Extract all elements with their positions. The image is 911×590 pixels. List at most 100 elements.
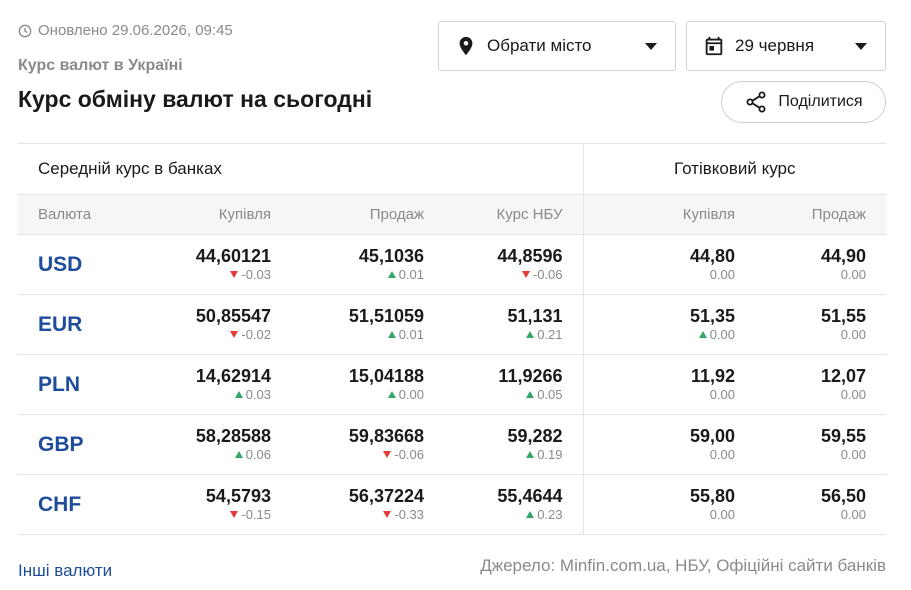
rate-value: 51,51059 xyxy=(348,306,424,326)
rate-change-value: 0.00 xyxy=(840,447,866,462)
chevron-down-icon xyxy=(855,42,867,50)
rate-change-value: 0.00 xyxy=(709,447,735,462)
cell-cash-sell: 44,90 0.00 xyxy=(735,234,886,295)
clock-icon xyxy=(18,24,32,37)
cell-cash-buy: 51,35 0.00 xyxy=(582,294,735,355)
city-select[interactable]: Обрати місто xyxy=(438,21,676,71)
arrow-up-icon xyxy=(234,451,243,458)
rate-change-value: -0.03 xyxy=(241,267,271,282)
group-average-rate: Середній курс в банках xyxy=(18,143,583,195)
cell-cash-buy: 11,92 0.00 xyxy=(582,354,735,415)
cell-buy: 54,5793 -0.15 xyxy=(138,474,271,535)
rate-change: 0.00 xyxy=(584,326,735,343)
rate-change-value: -0.06 xyxy=(532,267,563,282)
cell-sell: 45,1036 0.01 xyxy=(271,234,424,295)
rate-value: 44,80 xyxy=(689,246,735,266)
cell-buy: 58,28588 0.06 xyxy=(138,414,271,475)
column-nbu: Курс НБУ xyxy=(424,194,583,235)
source-note: Джерело: Minfin.com.ua, НБУ, Офіційні са… xyxy=(480,556,886,575)
column-sell: Продаж xyxy=(271,194,424,235)
map-pin-icon xyxy=(455,35,477,57)
chevron-down-icon xyxy=(645,42,657,50)
arrow-down-icon xyxy=(230,511,239,518)
arrow-up-icon xyxy=(526,391,535,398)
arrow-up-icon xyxy=(526,331,535,338)
cell-nbu: 59,282 0.19 xyxy=(424,414,583,475)
cell-nbu: 55,4644 0.23 xyxy=(424,474,583,535)
currency-code[interactable]: USD xyxy=(18,234,138,295)
cell-nbu: 44,8596 -0.06 xyxy=(424,234,583,295)
rate-value: 55,4644 xyxy=(497,486,563,506)
rate-value: 59,282 xyxy=(507,426,563,446)
rate-change: -0.03 xyxy=(138,266,271,283)
rate-change: 0.00 xyxy=(584,266,735,283)
rate-value: 44,8596 xyxy=(497,246,563,266)
rate-change-value: 0.01 xyxy=(398,267,424,282)
rate-value: 59,83668 xyxy=(348,426,424,446)
rate-value: 59,55 xyxy=(820,426,866,446)
rate-value: 56,50 xyxy=(820,486,866,506)
exchange-rates-table: Середній курс в банках Готівковий курс В… xyxy=(18,143,886,535)
rate-change-value: 0.00 xyxy=(840,267,866,282)
date-select[interactable]: 29 червня xyxy=(686,21,886,71)
rate-change-value: 0.03 xyxy=(245,387,271,402)
rate-change: -0.33 xyxy=(271,506,424,523)
rate-value: 44,90 xyxy=(820,246,866,266)
currency-code[interactable]: CHF xyxy=(18,474,138,535)
arrow-up-icon xyxy=(526,511,535,518)
currency-code[interactable]: GBP xyxy=(18,414,138,475)
currency-code[interactable]: EUR xyxy=(18,294,138,355)
rate-change-value: 0.23 xyxy=(537,507,563,522)
arrow-down-icon xyxy=(230,271,239,278)
rate-change: 0.00 xyxy=(584,506,735,523)
page-title: Курс обміну валют на сьогодні xyxy=(18,86,373,112)
rate-value: 11,9266 xyxy=(498,366,563,386)
date-select-label: 29 червня xyxy=(735,36,815,55)
column-buy: Купівля xyxy=(138,194,271,235)
cell-cash-buy: 44,80 0.00 xyxy=(582,234,735,295)
arrow-up-icon xyxy=(387,331,396,338)
cell-sell: 51,51059 0.01 xyxy=(271,294,424,355)
currency-code[interactable]: PLN xyxy=(18,354,138,415)
updated-timestamp: Оновлено 29.06.2026, 09:45 xyxy=(18,22,233,39)
rate-value: 51,55 xyxy=(820,306,866,326)
table-group-header: Середній курс в банках Готівковий курс xyxy=(18,143,886,195)
rate-value: 51,35 xyxy=(689,306,735,326)
rate-change: -0.15 xyxy=(138,506,271,523)
cell-buy: 14,62914 0.03 xyxy=(138,354,271,415)
rate-change: 0.00 xyxy=(735,506,866,523)
rate-value: 12,07 xyxy=(820,366,866,386)
rate-change: 0.00 xyxy=(735,446,866,463)
rate-value: 14,62914 xyxy=(195,366,271,386)
share-icon xyxy=(746,91,766,113)
table-row: CHF 54,5793 -0.15 56,37224 -0.33 55,4644 0.23 5… xyxy=(18,474,886,535)
cell-cash-buy: 59,00 0.00 xyxy=(582,414,735,475)
rate-change-value: 0.00 xyxy=(840,387,866,402)
rate-change-value: 0.06 xyxy=(245,447,271,462)
rate-change-value: -0.02 xyxy=(241,327,271,342)
arrow-down-icon xyxy=(383,511,392,518)
rate-value: 50,85547 xyxy=(195,306,271,326)
rate-change: 0.21 xyxy=(424,326,563,343)
rate-change-value: 0.00 xyxy=(709,387,735,402)
rate-change-value: 0.00 xyxy=(709,327,735,342)
arrow-up-icon xyxy=(387,271,396,278)
rate-change: 0.00 xyxy=(735,266,866,283)
arrow-up-icon xyxy=(387,391,396,398)
cell-sell: 59,83668 -0.06 xyxy=(271,414,424,475)
rate-change-value: 0.05 xyxy=(537,387,563,402)
rate-change: 0.03 xyxy=(138,386,271,403)
rate-value: 56,37224 xyxy=(348,486,424,506)
rate-change-value: 0.01 xyxy=(398,327,424,342)
share-button[interactable]: Поділитися xyxy=(721,81,886,123)
rate-change-value: -0.33 xyxy=(394,507,424,522)
rate-change-value: 0.21 xyxy=(537,327,563,342)
other-currencies-link[interactable]: Інші валюти xyxy=(18,561,112,581)
rate-change: 0.00 xyxy=(584,446,735,463)
rate-change: -0.02 xyxy=(138,326,271,343)
rate-value: 45,1036 xyxy=(358,246,424,266)
rate-change: -0.06 xyxy=(424,266,563,283)
rate-change-value: 0.00 xyxy=(709,507,735,522)
column-currency: Валюта xyxy=(18,194,138,235)
cell-cash-sell: 12,07 0.00 xyxy=(735,354,886,415)
